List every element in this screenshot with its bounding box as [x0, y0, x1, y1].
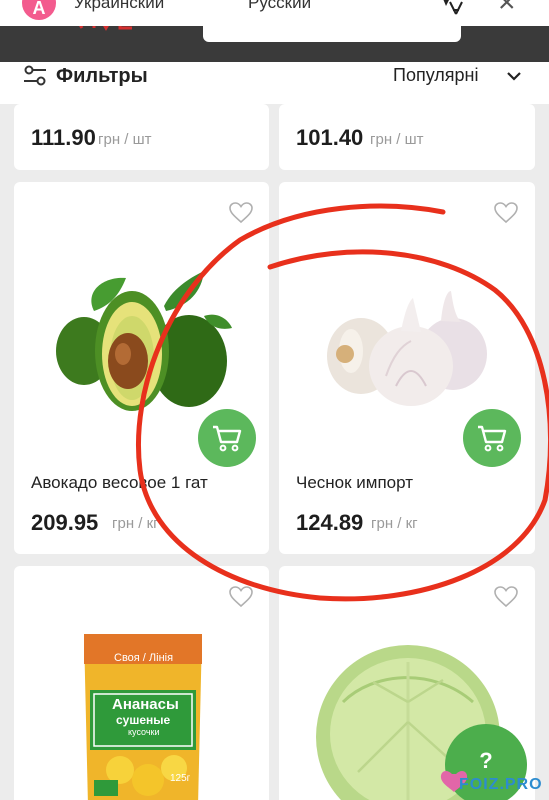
product-price: 101.40 [296, 125, 364, 150]
product-unit: грн / шт [98, 131, 152, 148]
product-card[interactable]: Авокадо весовое 1 гат 209.95 грн / кг [14, 182, 269, 554]
source-language[interactable]: Украинский [74, 0, 164, 13]
package-brand: Своя / Лінія [114, 652, 174, 664]
add-to-cart-button[interactable] [463, 409, 521, 467]
cart-icon [478, 425, 507, 452]
product-name[interactable]: Чеснок импорт [296, 473, 413, 493]
close-icon[interactable]: × [498, 0, 516, 18]
product-unit: грн / кг [371, 515, 418, 532]
target-language[interactable]: Русский [248, 0, 311, 13]
store-logo [79, 26, 132, 31]
package-title-line2: сушеные [116, 713, 171, 727]
package-weight: 125г [170, 773, 191, 784]
site-header [0, 26, 549, 62]
product-card[interactable]: Своя / Лінія Ананасы сушеные кусочки 125… [14, 566, 269, 800]
search-input[interactable] [203, 26, 461, 42]
avocado-image [56, 271, 232, 411]
sliders-icon[interactable] [23, 65, 47, 87]
garlic-image [327, 291, 487, 406]
heart-outline-icon[interactable] [229, 586, 253, 608]
cart-icon [213, 425, 242, 452]
package-title-line1: Ананасы [112, 696, 179, 713]
translate-app-icon[interactable]: A [22, 0, 56, 20]
package-title-line3: кусочки [128, 727, 160, 737]
filter-bar: Фильтры Популярні [0, 62, 549, 104]
add-to-cart-button[interactable] [198, 409, 256, 467]
watermark-text: FOIZ.PRO [459, 776, 543, 793]
sort-select[interactable]: Популярні [393, 65, 479, 86]
product-price: 209.95 [31, 510, 99, 535]
product-unit: грн / шт [370, 131, 424, 148]
product-card[interactable]: 111.90 грн / шт [14, 104, 269, 170]
product-price: 124.89 [296, 510, 364, 535]
translate-icon[interactable] [438, 0, 464, 16]
heart-outline-icon[interactable] [229, 202, 253, 224]
heart-outline-icon[interactable] [494, 202, 518, 224]
heart-outline-icon[interactable] [494, 586, 518, 608]
filters-button[interactable]: Фильтры [56, 65, 148, 88]
product-price: 111.90 [31, 125, 96, 150]
product-name[interactable]: Авокадо весовое 1 гат [31, 473, 208, 493]
product-card[interactable]: Чеснок импорт 124.89 грн / кг [279, 182, 535, 554]
translate-bar: A Украинский Русский × [0, 0, 549, 26]
product-card[interactable]: 101.40 грн / шт [279, 104, 535, 170]
chevron-down-icon[interactable] [506, 70, 522, 82]
product-unit: грн / кг [112, 515, 159, 532]
